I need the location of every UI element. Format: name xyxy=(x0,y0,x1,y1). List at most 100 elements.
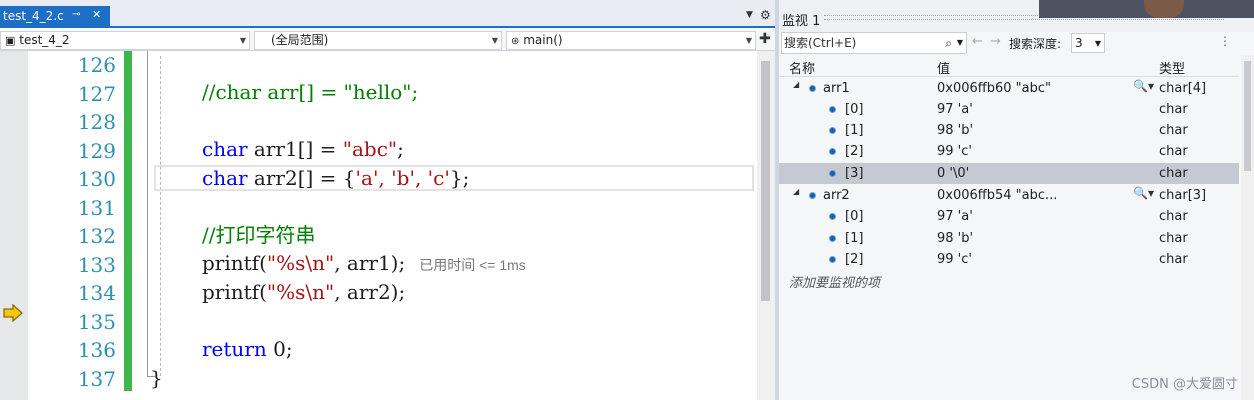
search-back-arrow-icon[interactable]: ← xyxy=(972,34,983,49)
string-literal: "%s\n" xyxy=(266,251,335,275)
watch-row-arr1-2[interactable]: [2] 99 'c' char xyxy=(779,141,1239,162)
field-icon xyxy=(829,235,836,242)
project-combo-value: test_4_2 xyxy=(19,33,70,47)
toolbar-overflow-icon[interactable]: ⋮ xyxy=(1219,34,1231,48)
indicator-margin[interactable] xyxy=(0,51,28,400)
watch-title-bar[interactable]: 监视 1 xyxy=(779,0,1254,32)
editor-vertical-scrollbar[interactable] xyxy=(757,51,775,400)
watch-column-header: 名称 值 类型 xyxy=(779,55,1239,77)
split-window-icon[interactable]: ✚ xyxy=(759,31,771,47)
char-literals: 'a', 'b', 'c' xyxy=(355,166,450,190)
watch-search-box[interactable]: 搜索(Ctrl+E) ⌕ ▼ xyxy=(781,32,967,54)
member-combo-value: main() xyxy=(523,33,563,47)
watch-row-arr1-3[interactable]: [3] 0 '\0' char xyxy=(779,163,1239,184)
watch-toolbar: 搜索(Ctrl+E) ⌕ ▼ ← → 搜索深度: 3 ▼ ⋮ xyxy=(779,32,1254,54)
magnifier-icon[interactable]: 🔍▾ xyxy=(1133,186,1154,200)
function-icon: ⊛ xyxy=(511,36,520,47)
line-number: 131 xyxy=(77,195,116,220)
line-number: 134 xyxy=(77,281,116,305)
tab-list-dropdown-icon[interactable]: ▼ xyxy=(746,10,753,20)
scrollbar-thumb[interactable] xyxy=(1244,61,1251,171)
column-header-name[interactable]: 名称 xyxy=(789,58,815,77)
tab-title: test_4_2.c xyxy=(3,9,64,23)
watch-type: char[3] xyxy=(1159,188,1207,203)
member-combo[interactable]: ⊛ main() ▼ xyxy=(506,31,756,50)
code-line-136[interactable]: return 0; xyxy=(202,335,293,363)
pin-icon[interactable]: ⊸ xyxy=(72,9,80,20)
column-header-value[interactable]: 值 xyxy=(937,58,950,77)
watch-value[interactable]: 97 'a' xyxy=(937,102,973,117)
outlining-guide xyxy=(147,51,148,376)
scope-combo[interactable]: (全局范围) ▼ xyxy=(254,31,502,50)
watch-type: char xyxy=(1159,252,1188,267)
code-line-130[interactable]: char arr2[] = {'a', 'b', 'c'}; xyxy=(202,164,469,192)
search-depth-combo[interactable]: 3 ▼ xyxy=(1071,33,1105,53)
gear-icon[interactable]: ⚙ xyxy=(760,8,771,22)
watch-vertical-scrollbar[interactable] xyxy=(1241,55,1254,400)
watch-value[interactable]: 97 'a' xyxy=(937,209,973,224)
keyword: char xyxy=(202,166,248,190)
code-line-129[interactable]: char arr1[] = "abc"; xyxy=(202,135,404,163)
watch-row-arr2-1[interactable]: [1] 98 'b' char xyxy=(779,228,1239,249)
line-number: 137 xyxy=(77,366,116,391)
webcam-person xyxy=(1144,0,1184,18)
code-text: arr2[] = { xyxy=(247,166,356,190)
collapse-triangle-icon[interactable]: ◢ xyxy=(793,80,799,89)
watch-row-arr1-0[interactable]: [0] 97 'a' char xyxy=(779,99,1239,120)
code-editor-pane[interactable]: test_4_2.c ⊸ ✕ ▼ ⚙ ▣ test_4_2 ▼ (全局范围) ▼… xyxy=(0,0,775,400)
close-icon[interactable]: ✕ xyxy=(92,8,101,21)
chevron-down-icon[interactable]: ▼ xyxy=(957,33,963,53)
watch-value[interactable]: 98 'b' xyxy=(937,123,973,138)
watch-row-arr2-2[interactable]: [2] 99 'c' char xyxy=(779,249,1239,270)
chevron-down-icon: ▼ xyxy=(745,36,752,45)
watch-value[interactable]: 99 'c' xyxy=(937,144,972,159)
line-number-gutter: 126 127 128 129 130 131 132 133 134 135 136 137 xyxy=(28,51,120,400)
line-number: 126 xyxy=(77,53,116,77)
watch-name: [0] xyxy=(845,209,864,224)
line-number: 136 xyxy=(77,338,116,362)
code-line-127[interactable]: //char arr[] = "hello"; xyxy=(202,78,418,106)
code-line-132[interactable]: //打印字符串 xyxy=(202,221,315,249)
watch-name: [2] xyxy=(845,252,864,267)
variable-icon xyxy=(809,192,816,199)
column-header-type[interactable]: 类型 xyxy=(1159,58,1185,77)
project-combo[interactable]: ▣ test_4_2 ▼ xyxy=(0,31,250,50)
scrollbar-thumb[interactable] xyxy=(761,61,770,301)
search-forward-arrow-icon[interactable]: → xyxy=(990,34,1001,49)
line-number: 135 xyxy=(77,309,116,334)
magnifier-icon[interactable]: 🔍▾ xyxy=(1133,79,1154,93)
code-line-137[interactable]: } xyxy=(150,364,163,392)
code-text: }; xyxy=(449,166,470,190)
code-line-134[interactable]: printf("%s\n", arr2); xyxy=(202,278,405,306)
watch-value[interactable]: 99 'c' xyxy=(937,252,972,267)
field-icon xyxy=(829,256,836,263)
search-input[interactable]: 搜索(Ctrl+E) xyxy=(784,36,856,50)
search-depth-label: 搜索深度: xyxy=(1009,37,1062,51)
tab-test-4-2-c[interactable]: test_4_2.c ⊸ ✕ xyxy=(0,6,110,28)
watch-value[interactable]: 0x006ffb54 "abc... xyxy=(937,188,1057,203)
comment: //char arr[] = "hello"; xyxy=(202,80,419,104)
keyword: return xyxy=(202,337,267,361)
collapse-triangle-icon[interactable]: ◢ xyxy=(793,187,799,196)
perf-tip[interactable]: 已用时间 <= 1ms xyxy=(419,257,526,273)
field-icon xyxy=(829,127,836,134)
code-text: , arr2); xyxy=(334,280,406,304)
watch-value[interactable]: 0 '\0' xyxy=(937,166,969,181)
code-line-133[interactable]: printf("%s\n", arr1); 已用时间 <= 1ms xyxy=(202,249,526,279)
code-text: 0; xyxy=(266,337,293,361)
watch-name: arr1 xyxy=(823,81,850,96)
watch-type: char xyxy=(1159,102,1188,117)
watch-value[interactable]: 98 'b' xyxy=(937,231,973,246)
change-tracking-bar xyxy=(124,51,132,391)
current-statement-arrow-icon xyxy=(3,304,23,322)
watch-row-arr2[interactable]: ◢ arr2 0x006ffb54 "abc... 🔍▾ char[3] xyxy=(779,185,1239,206)
watch-value[interactable]: 0x006ffb60 "abc" xyxy=(937,81,1051,96)
add-watch-item[interactable]: 添加要监视的项 xyxy=(789,272,880,291)
watch-type: char xyxy=(1159,123,1188,138)
watch-row-arr2-0[interactable]: [0] 97 'a' char xyxy=(779,206,1239,227)
project-combo-icon: ▣ xyxy=(5,34,16,47)
watch-row-arr1[interactable]: ◢ arr1 0x006ffb60 "abc" 🔍▾ char[4] xyxy=(779,78,1239,99)
watch-row-arr1-1[interactable]: [1] 98 'b' char xyxy=(779,120,1239,141)
search-icon[interactable]: ⌕ xyxy=(945,33,952,53)
watch-type: char xyxy=(1159,231,1188,246)
